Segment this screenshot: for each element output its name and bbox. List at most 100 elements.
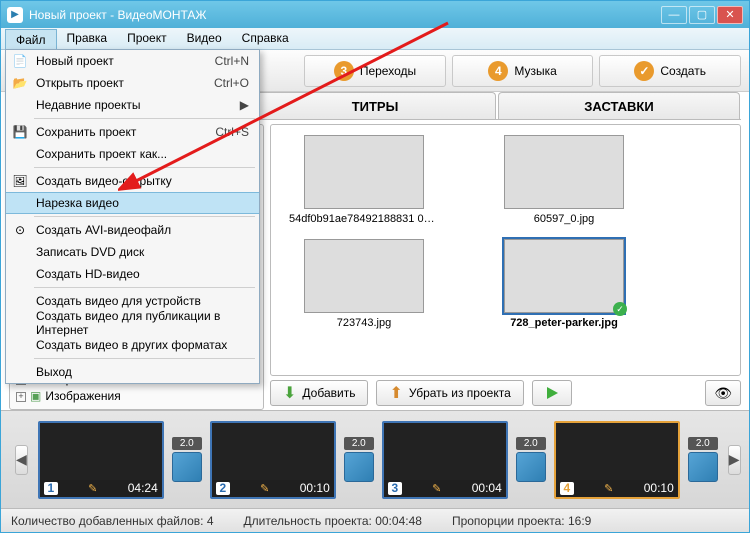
maximize-button[interactable]: ▢ [689, 6, 715, 24]
edit-clip-icon[interactable]: ✎ [88, 482, 97, 495]
menu-item[interactable]: Выход [6, 361, 259, 383]
toolbar-transitions[interactable]: 3 Переходы [304, 55, 446, 87]
titlebar: ▶ Новый проект - ВидеоМОНТАЖ — ▢ ✕ [1, 1, 749, 28]
thumbnail[interactable] [304, 239, 424, 313]
strip-prev-button[interactable]: ◀ [15, 445, 28, 475]
menu-shortcut: Ctrl+S [215, 125, 249, 139]
timeline-clip[interactable]: 2 ✎ 00:10 [210, 421, 336, 499]
play-icon [541, 382, 563, 404]
close-button[interactable]: ✕ [717, 6, 743, 24]
menu-item[interactable]: Сохранить проект как... [6, 143, 259, 165]
thumbnail-filename: 54df0b91ae78492188831 0ae.jpg [289, 213, 439, 225]
menu-label: Создать видео для устройств [36, 294, 201, 308]
edit-clip-icon[interactable]: ✎ [604, 482, 613, 495]
toolbar-music[interactable]: 4 Музыка [452, 55, 594, 87]
step-4-icon: 4 [488, 61, 508, 81]
menu-video[interactable]: Видео [177, 28, 232, 49]
edit-clip-icon[interactable]: ✎ [432, 482, 441, 495]
preview-button[interactable]: 👁 [705, 380, 741, 406]
window-title: Новый проект - ВидеоМОНТАЖ [29, 8, 207, 22]
menu-project[interactable]: Проект [117, 28, 177, 49]
status-duration: Длительность проекта: 00:04:48 [244, 514, 422, 528]
clip-index: 1 [44, 482, 58, 495]
thumbnail[interactable]: ✓ [504, 239, 624, 313]
menu-label: Создать видео для публикации в Интернет [36, 309, 251, 337]
eye-icon: 👁 [714, 385, 732, 402]
menu-item[interactable]: Создать HD-видео [6, 263, 259, 285]
edit-clip-icon[interactable]: ✎ [260, 482, 269, 495]
menu-label: Создать AVI-видеофайл [36, 223, 171, 237]
menu-file[interactable]: Файл [5, 29, 57, 49]
file-menu-dropdown: 📄Новый проектCtrl+N📂Открыть проектCtrl+O… [5, 49, 260, 384]
thumbnail[interactable] [504, 135, 624, 209]
menu-item[interactable]: Создать видео для публикации в Интернет [6, 312, 259, 334]
menu-label: Создать HD-видео [36, 267, 140, 281]
remove-button[interactable]: ⬆ Убрать из проекта [376, 380, 523, 406]
clip-index: 2 [216, 482, 230, 495]
timeline-clip[interactable]: 3✎00:04 [382, 421, 508, 499]
status-aspect: Пропорции проекта: 16:9 [452, 514, 591, 528]
clip-duration: 04:24 [128, 481, 158, 495]
menu-item[interactable]: Создать видео в других форматах [6, 334, 259, 356]
menu-label: Недавние проекты [36, 98, 141, 112]
selected-check-icon: ✓ [613, 302, 627, 316]
clip-index: 3 [388, 482, 402, 495]
menu-icon: 📄 [12, 53, 28, 69]
menu-item[interactable]: 💾Сохранить проектCtrl+S [6, 121, 259, 143]
submenu-arrow-icon: ▶ [240, 98, 249, 112]
transition-duration: 2.0 [516, 437, 546, 450]
menu-help[interactable]: Справка [232, 28, 299, 49]
menu-shortcut: Ctrl+O [214, 76, 249, 90]
menu-label: Создать видео-открытку [36, 174, 172, 188]
status-bar: Количество добавленных файлов: 4 Длитель… [1, 508, 749, 532]
strip-next-button[interactable]: ▶ [728, 445, 741, 475]
menu-item[interactable]: ⊙ Создать AVI-видеофайл [6, 219, 259, 241]
menu-label: Сохранить проект как... [36, 147, 167, 161]
transition-duration: 2.0 [688, 437, 718, 450]
transition-button[interactable] [172, 452, 202, 482]
menu-edit[interactable]: Правка [57, 28, 118, 49]
toolbar-create[interactable]: ✓ Создать [599, 55, 741, 87]
menu-label: Записать DVD диск [36, 245, 144, 259]
menu-label: Выход [36, 365, 72, 379]
menubar: Файл Правка Проект Видео Справка [1, 28, 749, 50]
tab-splash[interactable]: ЗАСТАВКИ [498, 92, 740, 119]
add-button[interactable]: ⬇ Добавить [270, 380, 368, 406]
clip-duration: 00:10 [644, 481, 674, 495]
check-icon: ✓ [634, 61, 654, 81]
status-files: Количество добавленных файлов: 4 [11, 514, 214, 528]
arrow-up-icon: ⬆ [389, 383, 402, 403]
transition-button[interactable] [344, 452, 374, 482]
menu-item[interactable]: Недавние проекты ▶ [6, 94, 259, 116]
thumbnail-filename: 723743.jpg [337, 317, 391, 329]
menu-label: Новый проект [36, 54, 114, 68]
menu-label: Нарезка видео [36, 196, 119, 210]
menu-item[interactable]: Нарезка видео [6, 192, 259, 214]
menu-label: Сохранить проект [36, 125, 136, 139]
minimize-button[interactable]: — [661, 6, 687, 24]
play-button[interactable] [532, 380, 572, 406]
menu-icon: ⊙ [12, 222, 28, 238]
menu-item[interactable]: 📂Открыть проектCtrl+O [6, 72, 259, 94]
tree-images[interactable]: +▣Изображения [16, 388, 121, 405]
clip-index: 4 [560, 482, 574, 495]
timeline-strip: ◀ 1✎04:242.02✎00:102.03✎00:042.04✎00:102… [1, 410, 749, 508]
menu-item[interactable]: 🖼 Создать видео-открытку [6, 170, 259, 192]
transition-button[interactable] [516, 452, 546, 482]
thumbnail-filename: 60597_0.jpg [534, 213, 595, 225]
app-icon: ▶ [7, 7, 23, 23]
menu-item[interactable]: 📄Новый проектCtrl+N [6, 50, 259, 72]
menu-label: Открыть проект [36, 76, 124, 90]
transition-button[interactable] [688, 452, 718, 482]
timeline-clip[interactable]: 1 ✎ 04:24 [38, 421, 164, 499]
clip-duration: 00:10 [300, 481, 330, 495]
menu-item[interactable]: Записать DVD диск [6, 241, 259, 263]
transition-duration: 2.0 [344, 437, 374, 450]
timeline-clip[interactable]: 4 ✎ 00:10 [554, 421, 680, 499]
transition-duration: 2.0 [172, 437, 202, 450]
tab-titles[interactable]: ТИТРЫ [254, 92, 496, 119]
thumbnail[interactable] [304, 135, 424, 209]
thumbnail-grid: 54df0b91ae78492188831 0ae.jpg 60597_0.jpg… [270, 124, 741, 376]
menu-icon: 🖼 [12, 173, 28, 189]
menu-label: Создать видео в других форматах [36, 338, 227, 352]
